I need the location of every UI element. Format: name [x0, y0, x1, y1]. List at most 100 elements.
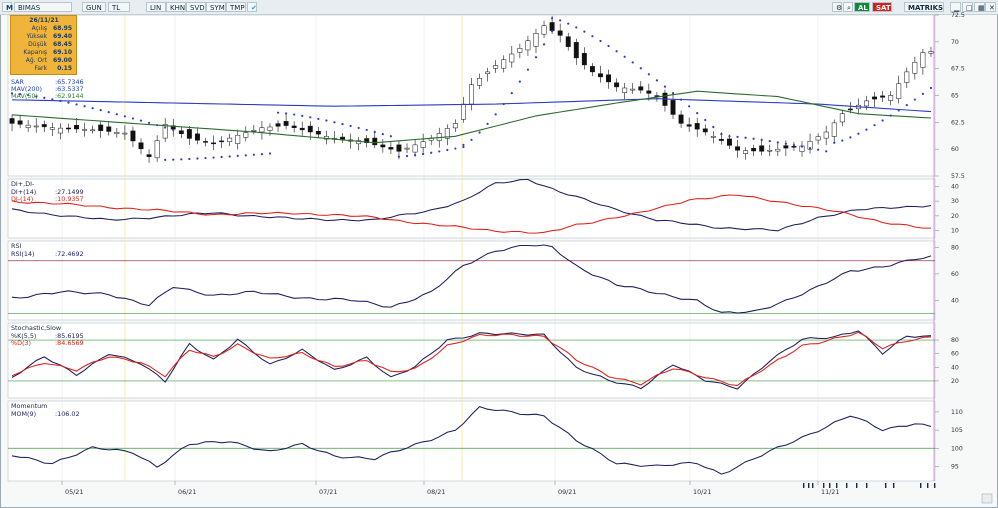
candle-body [606, 74, 611, 83]
x-tick-label: 11/21 [821, 488, 839, 496]
sar-point [800, 145, 804, 148]
sar-point [405, 154, 409, 158]
sar-point [413, 153, 417, 157]
sar-point [309, 116, 312, 119]
x-tick-label: 09/21 [558, 488, 576, 496]
y-tick-label: 30 [951, 198, 959, 205]
candle-body [66, 127, 71, 130]
candle-body [186, 129, 192, 139]
sar-point [462, 145, 465, 149]
legend-series-name: RSI(14) [11, 250, 35, 258]
y-tick-label: 67.5 [951, 66, 965, 73]
y-tick-label: 60 [951, 146, 959, 153]
candle-body [501, 59, 507, 69]
candle-body [686, 124, 692, 127]
sar-point [212, 156, 215, 159]
pane-2-frame [7, 240, 936, 321]
price-chart: 57.5 60 62.5 65 67.5 70 72.5 10 20 30 40 40 60 80 20 40… [7, 12, 993, 504]
candle-body [864, 100, 869, 107]
sar-point [349, 124, 352, 128]
sar-point [454, 147, 457, 150]
candle-body [735, 146, 740, 151]
sar-point [921, 92, 925, 95]
candle-body [275, 123, 281, 127]
candle-body [493, 65, 499, 69]
candle-body [920, 52, 926, 68]
sar-point [268, 152, 272, 155]
sar-point [575, 26, 578, 29]
sar-point [276, 111, 280, 114]
candle-body [598, 73, 603, 78]
sar-point [236, 154, 239, 158]
candle-body [759, 145, 765, 152]
candle-body [219, 140, 225, 143]
candle-body [880, 95, 886, 98]
sar-point [430, 151, 433, 154]
y-tick-label: 65 [951, 93, 959, 100]
candle-body [33, 125, 39, 128]
candle-body [549, 22, 555, 31]
candle-body [573, 42, 579, 59]
candle-body [847, 108, 853, 111]
candle-body [203, 141, 208, 143]
pane-title: RSI [11, 242, 21, 250]
candle-body [823, 131, 829, 139]
x-tick-label: 07/21 [319, 488, 337, 496]
sar-point [744, 136, 747, 139]
sar-point [172, 128, 175, 131]
candle-body [25, 124, 31, 128]
y-tick-label: 62.5 [951, 119, 965, 126]
sar-point [123, 115, 126, 118]
sar-point [438, 150, 441, 153]
y-tick-label: 72.5 [951, 12, 965, 19]
info-label: Ağ. Ort [25, 57, 47, 64]
ohlc-info-box: 26/11/21 Açılış 68.95 Yüksek 69.40 Düşük 68… [10, 15, 77, 75]
sar-point [873, 124, 876, 127]
sar-point [446, 148, 449, 152]
candle-body [702, 128, 708, 133]
event-marker [803, 483, 805, 488]
sar-point [881, 119, 884, 122]
pane-title: Stochastic,Slow [11, 324, 61, 332]
candle-body [396, 144, 402, 152]
sar-point [188, 157, 191, 161]
sar-point [897, 109, 900, 112]
candle-body [154, 140, 160, 159]
sar-point [841, 139, 844, 142]
candle-body [9, 118, 15, 124]
candle-body [114, 132, 120, 134]
sar-point [671, 91, 675, 95]
candle-body [791, 146, 797, 148]
y-tick-label: 105 [951, 427, 963, 434]
sar-point [913, 98, 916, 101]
candle-body [630, 88, 636, 91]
sar-point [373, 130, 376, 134]
sar-point [776, 141, 779, 144]
sar-point [147, 121, 151, 124]
sar-point [623, 55, 626, 58]
candle-body [928, 51, 934, 54]
sar-point [857, 132, 860, 135]
sar-point [784, 142, 787, 145]
candle-body [815, 136, 821, 141]
candle-body [775, 148, 781, 152]
info-label: Düşük [28, 41, 47, 48]
candle-body [340, 136, 345, 140]
sar-point [422, 152, 425, 156]
sar-point [365, 128, 368, 132]
sar-point [389, 135, 392, 138]
sar-point [115, 113, 118, 116]
event-marker [846, 483, 848, 488]
legend-series-value: :72.4692 [55, 250, 84, 258]
x-tick-label: 10/21 [693, 488, 711, 496]
candle-body [283, 121, 289, 126]
candle-body [743, 150, 749, 154]
sar-point [301, 114, 304, 117]
sar-point [663, 85, 667, 88]
candle-body [726, 138, 732, 146]
sar-point [825, 150, 828, 153]
sar-point [792, 144, 796, 147]
sar-point [244, 154, 247, 157]
event-marker [836, 483, 838, 488]
candle-body [307, 125, 313, 133]
